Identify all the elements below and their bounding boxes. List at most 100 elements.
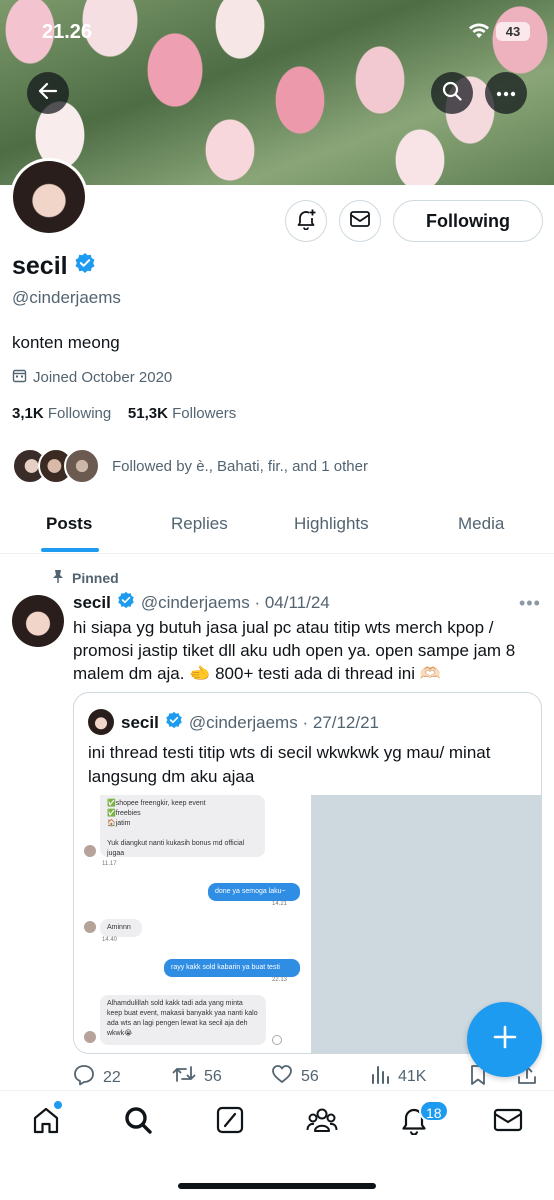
arrow-left-icon — [38, 82, 58, 105]
post-author-name[interactable]: secil — [73, 593, 111, 613]
wifi-icon — [468, 22, 490, 45]
communities-icon — [306, 1106, 338, 1139]
following-link[interactable]: 3,1K Following — [12, 405, 111, 422]
following-button[interactable]: Following — [393, 200, 543, 242]
home-icon — [31, 1105, 61, 1140]
verified-badge-icon — [74, 252, 96, 281]
back-button[interactable] — [27, 72, 69, 114]
notify-button[interactable] — [285, 200, 327, 242]
profile-name: secil — [12, 252, 96, 281]
follower-avatar — [64, 448, 100, 484]
pinned-label: Pinned — [52, 569, 119, 587]
followers-count: 51,3K — [127, 405, 168, 422]
tab-highlights[interactable]: Highlights — [294, 514, 369, 534]
views-icon — [370, 1064, 390, 1089]
quote-author-name: secil — [121, 712, 159, 732]
message-button[interactable] — [339, 200, 381, 242]
quoted-post[interactable]: secil @cinderjaems · 27/12/21 ini thread… — [73, 692, 542, 1054]
nav-home[interactable] — [29, 1105, 63, 1139]
tab-posts[interactable]: Posts — [46, 514, 92, 534]
post-more-icon[interactable]: ••• — [519, 593, 541, 614]
chat-message: Alhamdulillah sold kakk tadi ada yang mi… — [100, 995, 266, 1045]
tab-media[interactable]: Media — [458, 514, 504, 534]
chat-time: 14.40 — [102, 937, 118, 943]
battery-indicator: 43 — [496, 22, 530, 41]
profile-stats: 3,1K Following 51,3K Followers — [12, 405, 236, 422]
active-tab-indicator — [41, 548, 99, 552]
nav-messages[interactable] — [491, 1105, 525, 1139]
profile-handle: @cinderjaems — [12, 288, 121, 307]
chat-time: 22.13 — [272, 977, 288, 983]
tab-replies[interactable]: Replies — [171, 514, 228, 534]
nav-grok[interactable] — [213, 1105, 247, 1139]
joined-date: Joined October 2020 — [12, 368, 172, 387]
quote-text: ini thread testi titip wts di secil wkwk… — [88, 743, 491, 786]
chat-message: rayy kakk sold kabarin ya buat testi — [164, 959, 300, 977]
post-text: hi siapa yg butuh jasa jual pc atau titi… — [73, 618, 516, 683]
plus-icon — [492, 1024, 518, 1055]
bell-plus-icon — [295, 208, 317, 235]
following-label: Following — [47, 405, 112, 422]
views-button[interactable]: 41K — [370, 1064, 426, 1089]
profile-tabs: Posts Replies Highlights Media — [0, 500, 554, 554]
nav-communities[interactable] — [305, 1105, 339, 1139]
heart-icon — [271, 1064, 293, 1089]
home-new-dot — [54, 1101, 62, 1109]
nav-search[interactable] — [121, 1105, 155, 1139]
chat-time: 14.21 — [272, 901, 288, 907]
quote-image[interactable]: ✅shopee freengkir, keep event ✅freebies … — [74, 795, 541, 1053]
chat-reaction-icon — [272, 1035, 282, 1045]
chat-time: 11.17 — [102, 861, 117, 867]
chat-message: Aminnn — [100, 919, 142, 937]
search-icon — [442, 81, 462, 106]
avatar — [13, 161, 85, 233]
home-indicator — [178, 1183, 376, 1189]
like-button[interactable]: 56 — [271, 1064, 319, 1089]
post-header: secil @cinderjaems · 04/11/24 — [73, 591, 330, 614]
mail-icon — [349, 210, 371, 233]
reply-icon — [73, 1064, 95, 1091]
mail-icon — [493, 1107, 523, 1138]
chat-avatar — [84, 921, 96, 933]
chat-message: ✅shopee freengkir, keep event ✅freebies … — [100, 795, 265, 857]
reply-button[interactable]: 22 — [73, 1064, 121, 1091]
quote-handle-date: @cinderjaems · 27/12/21 — [188, 712, 379, 732]
chat-avatar — [84, 1031, 96, 1043]
profile-avatar[interactable] — [10, 158, 88, 236]
followed-by-text: Followed by è., Bahati, fir., and 1 othe… — [112, 457, 368, 475]
search-icon — [123, 1105, 153, 1140]
chat-screenshot: ✅shopee freengkir, keep event ✅freebies … — [74, 795, 311, 1053]
pin-icon — [52, 569, 64, 587]
reply-count: 22 — [103, 1068, 121, 1086]
joined-text: Joined October 2020 — [33, 369, 173, 386]
quote-header: secil @cinderjaems · 27/12/21 — [121, 711, 379, 734]
following-count: 3,1K — [12, 405, 44, 422]
chat-avatar — [84, 845, 96, 857]
like-count: 56 — [301, 1067, 319, 1085]
verified-badge-icon — [165, 711, 183, 734]
chat-message: done ya semoga laku~ — [208, 883, 300, 901]
grok-icon — [216, 1106, 244, 1139]
status-time: 21.26 — [42, 21, 93, 43]
post-avatar[interactable] — [12, 595, 64, 647]
post-handle-date[interactable]: @cinderjaems · 04/11/24 — [141, 593, 330, 613]
status-bar: 21.26 43 — [0, 18, 554, 48]
compose-post-button[interactable] — [467, 1002, 542, 1077]
repost-icon — [172, 1064, 196, 1089]
repost-count: 56 — [204, 1067, 222, 1085]
quote-avatar — [88, 709, 114, 735]
more-options-button[interactable] — [485, 72, 527, 114]
views-count: 41K — [398, 1067, 427, 1085]
more-horizontal-icon — [496, 84, 516, 102]
followers-link[interactable]: 51,3K Followers — [128, 405, 236, 422]
profile-bio: konten meong — [12, 333, 120, 352]
search-button[interactable] — [431, 72, 473, 114]
pinned-text: Pinned — [72, 570, 119, 586]
profile-name-text: secil — [12, 252, 68, 280]
followed-by[interactable]: Followed by è., Bahati, fir., and 1 othe… — [12, 447, 368, 485]
followers-label: Followers — [172, 405, 237, 422]
calendar-icon — [12, 368, 27, 387]
verified-badge-icon — [117, 591, 135, 614]
repost-button[interactable]: 56 — [172, 1064, 222, 1089]
notifications-badge: 18 — [419, 1100, 449, 1122]
